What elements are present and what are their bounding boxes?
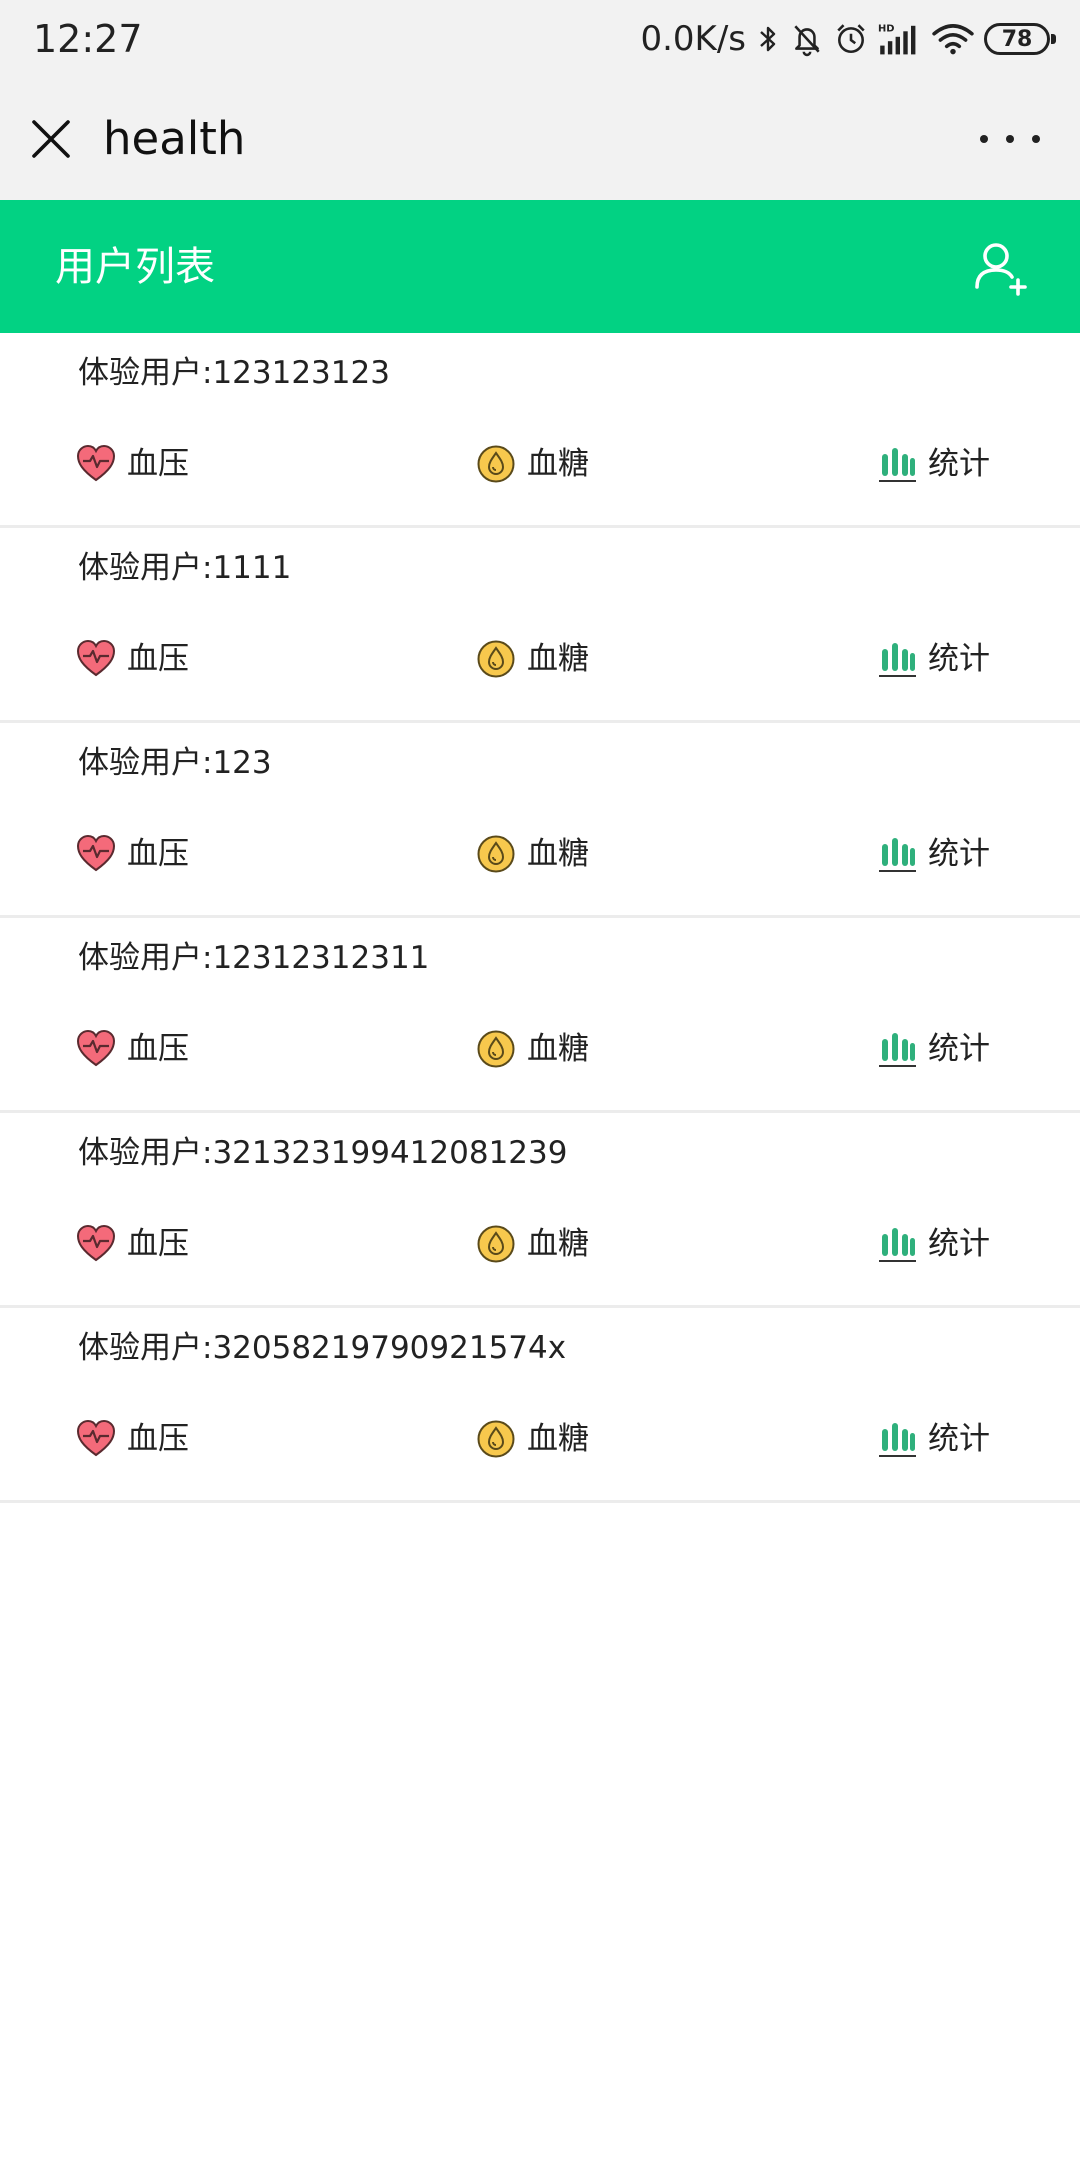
drop-icon: [477, 835, 515, 873]
blood-sugar-label: 血糖: [527, 1421, 589, 1457]
list-item: 体验用户:123 血压 血糖 统计: [0, 723, 1080, 918]
mute-bell-icon: [794, 25, 820, 57]
stats-label: 统计: [928, 1421, 990, 1457]
stats-button[interactable]: 统计: [877, 1026, 990, 1072]
drop-icon: [477, 1420, 515, 1458]
user-name: 体验用户:1111: [78, 550, 292, 586]
blood-sugar-label: 血糖: [527, 836, 589, 872]
stats-label: 统计: [928, 641, 990, 677]
stats-button[interactable]: 统计: [877, 831, 990, 877]
blood-pressure-label: 血压: [127, 1421, 189, 1457]
app-title: health: [103, 112, 246, 165]
blood-pressure-label: 血压: [127, 641, 189, 677]
page-title: 用户列表: [55, 244, 215, 290]
blood-pressure-button[interactable]: 血压: [76, 441, 189, 487]
svg-text:HD: HD: [878, 23, 895, 34]
blood-sugar-label: 血糖: [527, 641, 589, 677]
status-time: 12:27: [33, 17, 143, 61]
hd-signal-icon: HD: [878, 23, 916, 55]
blood-pressure-label: 血压: [127, 446, 189, 482]
stats-button[interactable]: 统计: [877, 441, 990, 487]
list-item: 体验用户:12312312311 血压 血糖 统计: [0, 918, 1080, 1113]
blood-pressure-label: 血压: [127, 1031, 189, 1067]
bluetooth-icon: [760, 26, 776, 52]
stats-label: 统计: [928, 1226, 990, 1262]
bar-chart-icon: [879, 1228, 916, 1262]
blood-sugar-button[interactable]: 血糖: [476, 441, 589, 487]
stats-button[interactable]: 统计: [877, 1221, 990, 1267]
list-item: 体验用户:321323199412081239 血压 血糖 统计: [0, 1113, 1080, 1308]
title-bar: health: [0, 78, 1080, 200]
blood-sugar-label: 血糖: [527, 1226, 589, 1262]
blood-pressure-button[interactable]: 血压: [76, 831, 189, 877]
drop-icon: [477, 445, 515, 483]
blood-sugar-label: 血糖: [527, 1031, 589, 1067]
stats-button[interactable]: 统计: [877, 636, 990, 682]
blood-pressure-button[interactable]: 血压: [76, 1416, 189, 1462]
blood-sugar-label: 血糖: [527, 446, 589, 482]
add-user-icon[interactable]: [974, 240, 1030, 296]
blood-sugar-button[interactable]: 血糖: [476, 831, 589, 877]
bar-chart-icon: [879, 1423, 916, 1457]
stats-label: 统计: [928, 836, 990, 872]
more-dot-icon: [1006, 135, 1014, 143]
drop-icon: [477, 1225, 515, 1263]
net-speed: 0.0K/s: [640, 19, 746, 59]
heart-icon: [76, 1419, 116, 1457]
blood-sugar-button[interactable]: 血糖: [476, 636, 589, 682]
alarm-icon: [837, 24, 865, 54]
status-bar: 12:27 0.0K/s HD 78: [0, 0, 1080, 78]
stats-button[interactable]: 统计: [877, 1416, 990, 1462]
heart-icon: [76, 444, 116, 482]
heart-icon: [76, 834, 116, 872]
user-name: 体验用户:12312312311: [78, 940, 430, 976]
close-button[interactable]: [26, 114, 76, 164]
user-name: 体验用户:321323199412081239: [78, 1135, 568, 1171]
heart-icon: [76, 1224, 116, 1262]
user-list: 体验用户:123123123 血压 血糖 统计 体验用户:1111 血压 血糖 …: [0, 333, 1080, 1503]
bar-chart-icon: [879, 448, 916, 482]
list-item: 体验用户:123123123 血压 血糖 统计: [0, 333, 1080, 528]
blood-pressure-button[interactable]: 血压: [76, 1026, 189, 1072]
wifi-icon: [932, 24, 974, 55]
list-item: 体验用户:1111 血压 血糖 统计: [0, 528, 1080, 723]
drop-icon: [477, 640, 515, 678]
user-name: 体验用户:123: [78, 745, 272, 781]
blood-pressure-label: 血压: [127, 1226, 189, 1262]
blood-pressure-label: 血压: [127, 836, 189, 872]
page-header: 用户列表: [0, 200, 1080, 333]
bar-chart-icon: [879, 1033, 916, 1067]
blood-pressure-button[interactable]: 血压: [76, 1221, 189, 1267]
user-name: 体验用户:32058219790921574x: [78, 1330, 567, 1366]
heart-icon: [76, 1029, 116, 1067]
stats-label: 统计: [928, 1031, 990, 1067]
blood-sugar-button[interactable]: 血糖: [476, 1416, 589, 1462]
bar-chart-icon: [879, 838, 916, 872]
list-item: 体验用户:32058219790921574x 血压 血糖 统计: [0, 1308, 1080, 1503]
drop-icon: [477, 1030, 515, 1068]
blood-pressure-button[interactable]: 血压: [76, 636, 189, 682]
user-name: 体验用户:123123123: [78, 355, 390, 391]
close-icon: [32, 120, 70, 158]
heart-icon: [76, 639, 116, 677]
bar-chart-icon: [879, 643, 916, 677]
blood-sugar-button[interactable]: 血糖: [476, 1221, 589, 1267]
more-options-button[interactable]: [980, 118, 1040, 160]
battery-icon: 78: [984, 23, 1056, 55]
more-dot-icon: [1032, 135, 1040, 143]
blood-sugar-button[interactable]: 血糖: [476, 1026, 589, 1072]
stats-label: 统计: [928, 446, 990, 482]
more-dot-icon: [980, 135, 988, 143]
status-icons: 0.0K/s HD 78: [640, 14, 1056, 64]
